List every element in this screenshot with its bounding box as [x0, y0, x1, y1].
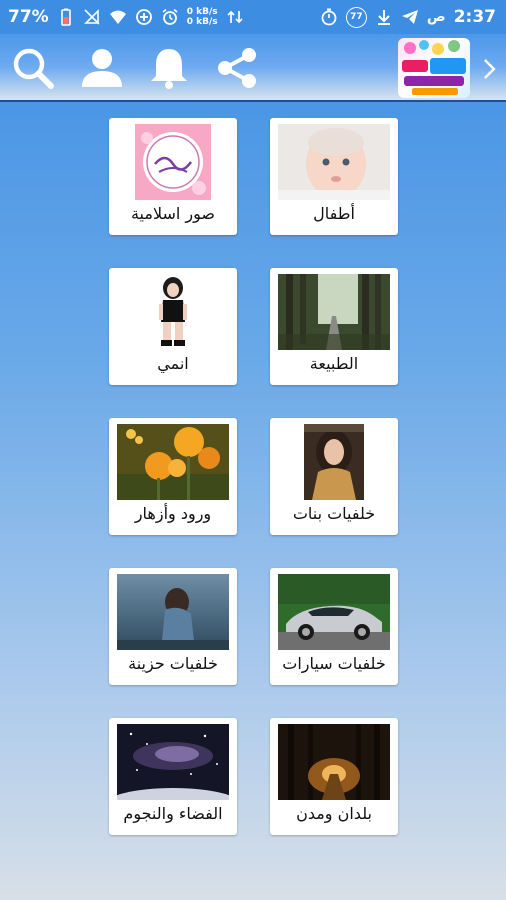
chevron-right-icon — [484, 59, 496, 79]
category-label: الفضاء والنجوم — [123, 804, 223, 823]
search-icon — [13, 48, 54, 89]
am-pm: ص — [426, 9, 446, 25]
category-card-cities[interactable]: بلدان ومدن — [270, 718, 398, 835]
share-button[interactable] — [212, 43, 262, 93]
bell-icon — [151, 49, 187, 89]
status-bar: 77% 0 kB/s 0 kB/s 77 ص 2:37 — [0, 0, 506, 34]
search-button[interactable] — [8, 43, 58, 93]
no-sim-icon — [83, 8, 101, 26]
category-image-kids — [278, 124, 390, 200]
category-image-flowers — [117, 424, 229, 500]
category-label: أطفال — [313, 204, 355, 223]
category-image-cars — [278, 574, 390, 650]
notifications-button[interactable] — [144, 43, 194, 93]
notification-badge: 77 — [345, 6, 367, 28]
alarm-icon — [161, 8, 179, 26]
status-right: 77 ص 2:37 — [320, 6, 506, 28]
category-label: ورود وأزهار — [134, 504, 212, 523]
category-image-girls — [304, 424, 364, 500]
category-card-kids[interactable]: أطفال — [270, 118, 398, 235]
category-card-girls[interactable]: خلفيات بنات — [270, 418, 398, 535]
data-saver-icon — [135, 8, 153, 26]
category-label: بلدان ومدن — [296, 804, 372, 823]
category-image-islamic — [135, 124, 211, 200]
toolbar — [0, 34, 506, 102]
category-card-anime[interactable]: انمي — [109, 268, 237, 385]
category-image-cities — [278, 724, 390, 800]
category-image-anime — [149, 274, 197, 350]
speed-down: 0 kB/s — [186, 17, 218, 27]
status-left: 77% 0 kB/s 0 kB/s — [0, 7, 244, 27]
telegram-icon — [401, 8, 419, 26]
transfer-icon — [226, 8, 244, 26]
timer-icon — [320, 8, 338, 26]
category-label: خلفيات سيارات — [282, 654, 386, 673]
next-button[interactable] — [478, 54, 500, 84]
category-label: خلفيات حزينة — [128, 654, 218, 673]
wifi-icon — [109, 8, 127, 26]
category-card-space[interactable]: الفضاء والنجوم — [109, 718, 237, 835]
speed-up: 0 kB/s — [186, 7, 218, 17]
user-icon — [82, 49, 122, 87]
category-label: الطبيعة — [309, 354, 359, 373]
network-speed: 0 kB/s 0 kB/s — [187, 7, 218, 27]
category-label: انمي — [157, 354, 189, 373]
category-image-space — [117, 724, 229, 800]
battery-icon — [57, 8, 75, 26]
category-card-nature[interactable]: الطبيعة — [270, 268, 398, 385]
category-card-cars[interactable]: خلفيات سيارات — [270, 568, 398, 685]
clock: 2:37 — [453, 7, 496, 27]
category-label: صور اسلامية — [130, 204, 216, 223]
category-label: خلفيات بنات — [292, 504, 376, 523]
category-card-islamic[interactable]: صور اسلامية — [109, 118, 237, 235]
share-icon — [218, 48, 256, 88]
category-card-flowers[interactable]: ورود وأزهار — [109, 418, 237, 535]
app-logo[interactable] — [398, 38, 470, 98]
category-image-nature — [278, 274, 390, 350]
profile-button[interactable] — [77, 43, 127, 93]
download-icon — [375, 8, 393, 26]
category-image-sad — [117, 574, 229, 650]
battery-percent: 77% — [8, 7, 49, 27]
category-card-sad[interactable]: خلفيات حزينة — [109, 568, 237, 685]
